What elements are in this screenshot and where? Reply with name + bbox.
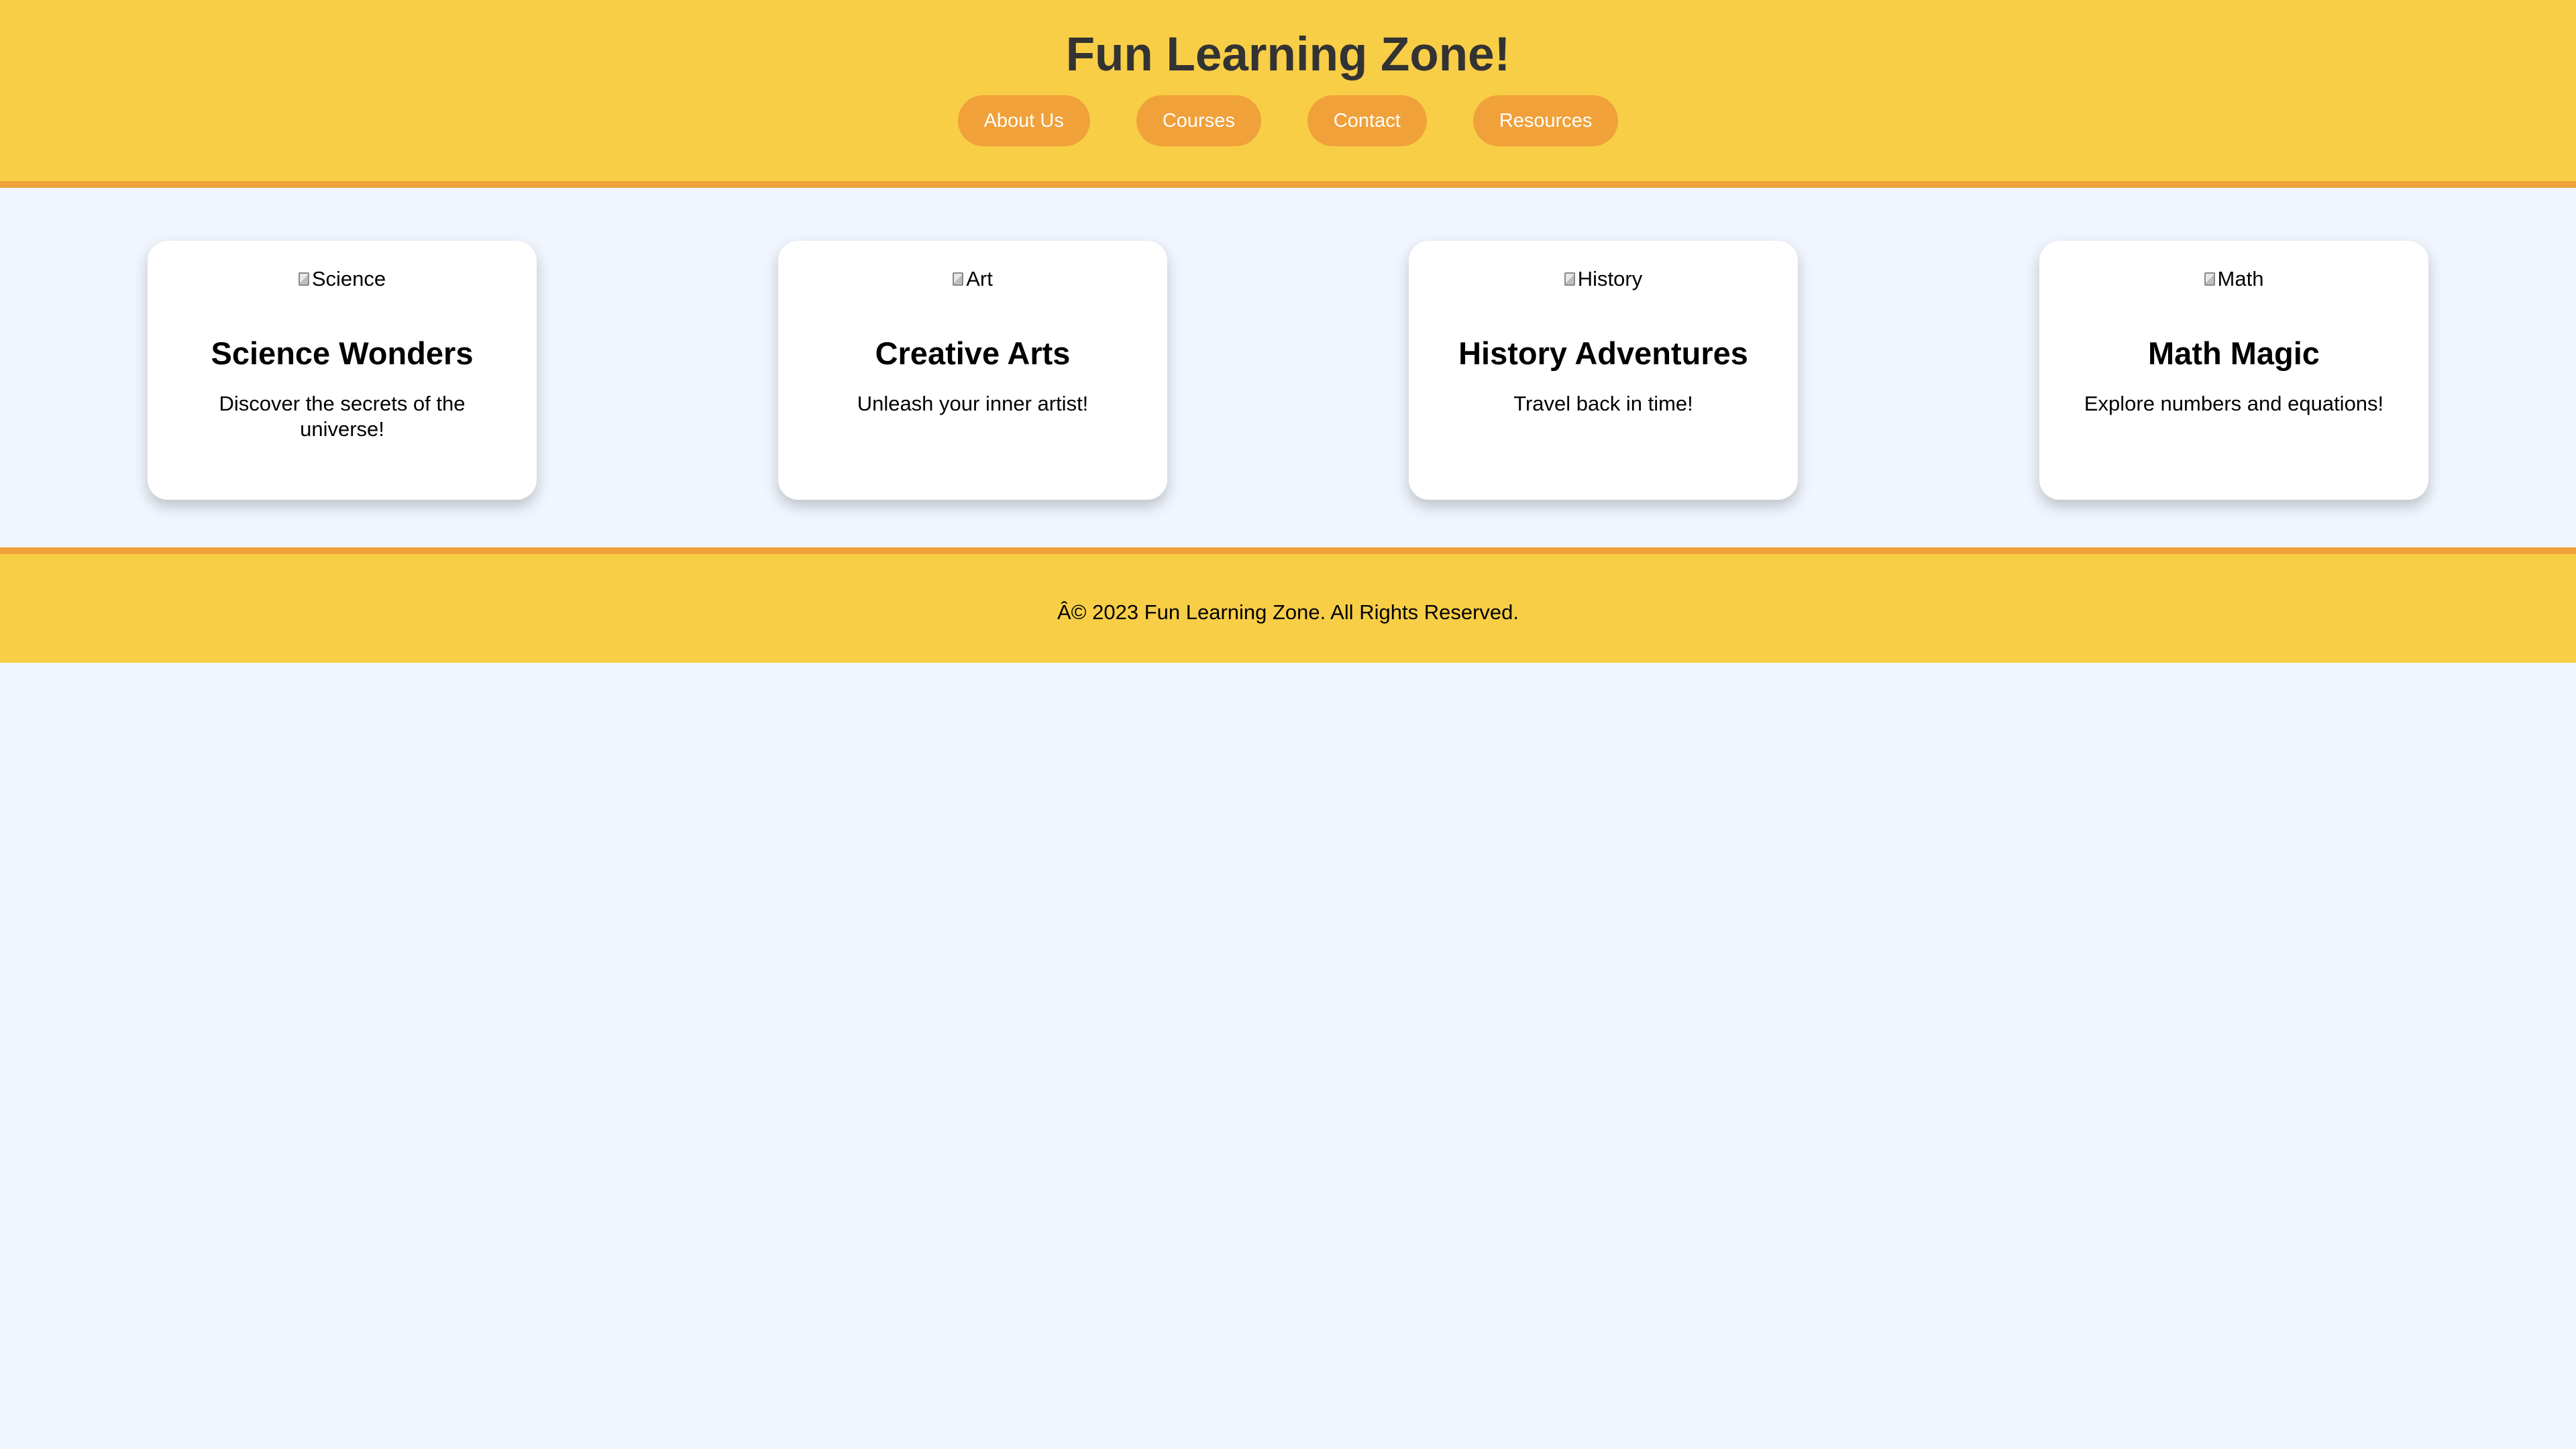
card-description: Unleash your inner artist!: [857, 392, 1089, 415]
math-image: Math: [2204, 265, 2264, 293]
nav-resources-button[interactable]: Resources: [1472, 95, 1619, 146]
science-image-alt: Science: [311, 267, 386, 290]
nav-about-us-button[interactable]: About Us: [957, 95, 1090, 146]
card-title: Creative Arts: [875, 335, 1071, 371]
nav-contact-button[interactable]: Contact: [1307, 95, 1427, 146]
site-header: Fun Learning Zone! About Us Courses Cont…: [0, 0, 2576, 188]
art-image-alt: Art: [966, 267, 993, 290]
broken-image-icon: [2204, 272, 2215, 286]
card-title: History Adventures: [1458, 335, 1748, 371]
broken-image-icon: [298, 272, 309, 286]
broken-image-icon: [953, 272, 964, 286]
course-card-history: History History Adventures Travel back i…: [1409, 241, 1798, 500]
card-description: Discover the secrets of the universe!: [219, 392, 466, 441]
course-card-art: Art Creative Arts Unleash your inner art…: [778, 241, 1167, 500]
card-description: Travel back in time!: [1513, 392, 1693, 415]
course-card-science: Science Science Wonders Discover the sec…: [148, 241, 537, 500]
broken-image-icon: [1564, 272, 1575, 286]
science-image: Science: [298, 265, 386, 293]
card-title: Math Magic: [2148, 335, 2320, 371]
history-image: History: [1564, 265, 1642, 293]
math-image-alt: Math: [2217, 267, 2264, 290]
copyright-text: Â© 2023 Fun Learning Zone. All Rights Re…: [1057, 600, 1519, 624]
site-footer: Â© 2023 Fun Learning Zone. All Rights Re…: [0, 547, 2576, 663]
nav-courses-button[interactable]: Courses: [1136, 95, 1261, 146]
site-title: Fun Learning Zone!: [1065, 28, 1511, 81]
card-description: Explore numbers and equations!: [2084, 392, 2384, 415]
card-title: Science Wonders: [211, 335, 474, 371]
art-image: Art: [953, 265, 993, 293]
course-card-math: Math Math Magic Explore numbers and equa…: [2039, 241, 2428, 500]
main-nav: About Us Courses Contact Resources: [0, 95, 2576, 146]
history-image-alt: History: [1577, 267, 1643, 290]
